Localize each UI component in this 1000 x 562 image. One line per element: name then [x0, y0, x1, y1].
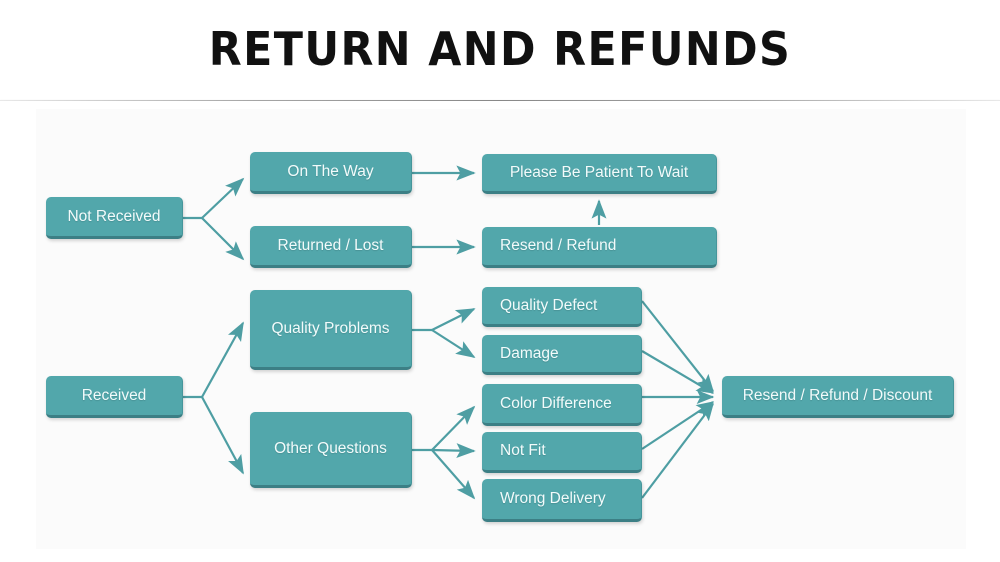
slide-canvas: RETURN AND REFUNDS Not Received Received…: [0, 0, 1000, 562]
node-wrong-delivery[interactable]: Wrong Delivery: [482, 479, 642, 522]
node-label: On The Way: [287, 162, 374, 180]
node-not-received[interactable]: Not Received: [46, 197, 183, 239]
node-on-the-way[interactable]: On The Way: [250, 152, 412, 194]
node-color-difference[interactable]: Color Difference: [482, 384, 642, 426]
node-quality-problems[interactable]: Quality Problems: [250, 290, 412, 370]
node-label: Quality Problems: [271, 319, 390, 337]
page-title: RETURN AND REFUNDS: [208, 22, 792, 76]
node-label: Please Be Patient To Wait: [509, 163, 689, 181]
node-resend-refund-discount[interactable]: Resend / Refund / Discount: [722, 376, 954, 418]
node-damage[interactable]: Damage: [482, 335, 642, 375]
node-label: Color Difference: [500, 394, 612, 412]
node-quality-defect[interactable]: Quality Defect: [482, 287, 642, 327]
node-label: Not Received: [67, 207, 161, 225]
node-other-questions[interactable]: Other Questions: [250, 412, 412, 488]
node-please-be-patient-to-wait[interactable]: Please Be Patient To Wait: [482, 154, 717, 194]
node-label: Returned / Lost: [277, 236, 384, 254]
node-not-fit[interactable]: Not Fit: [482, 432, 642, 473]
node-label: Resend / Refund / Discount: [742, 386, 933, 404]
node-label: Other Questions: [274, 439, 387, 457]
node-label: Damage: [500, 344, 559, 362]
slide-header: RETURN AND REFUNDS: [0, 0, 1000, 100]
node-label: Quality Defect: [500, 296, 598, 314]
node-resend-refund[interactable]: Resend / Refund: [482, 227, 717, 268]
node-label: Not Fit: [500, 442, 546, 460]
node-returned-lost[interactable]: Returned / Lost: [250, 226, 412, 268]
node-received[interactable]: Received: [46, 376, 183, 418]
node-label: Wrong Delivery: [500, 490, 606, 508]
flowchart-diagram: Not Received Received On The Way Returne…: [0, 101, 1000, 562]
node-label: Received: [81, 386, 147, 404]
node-label: Resend / Refund: [500, 237, 617, 255]
